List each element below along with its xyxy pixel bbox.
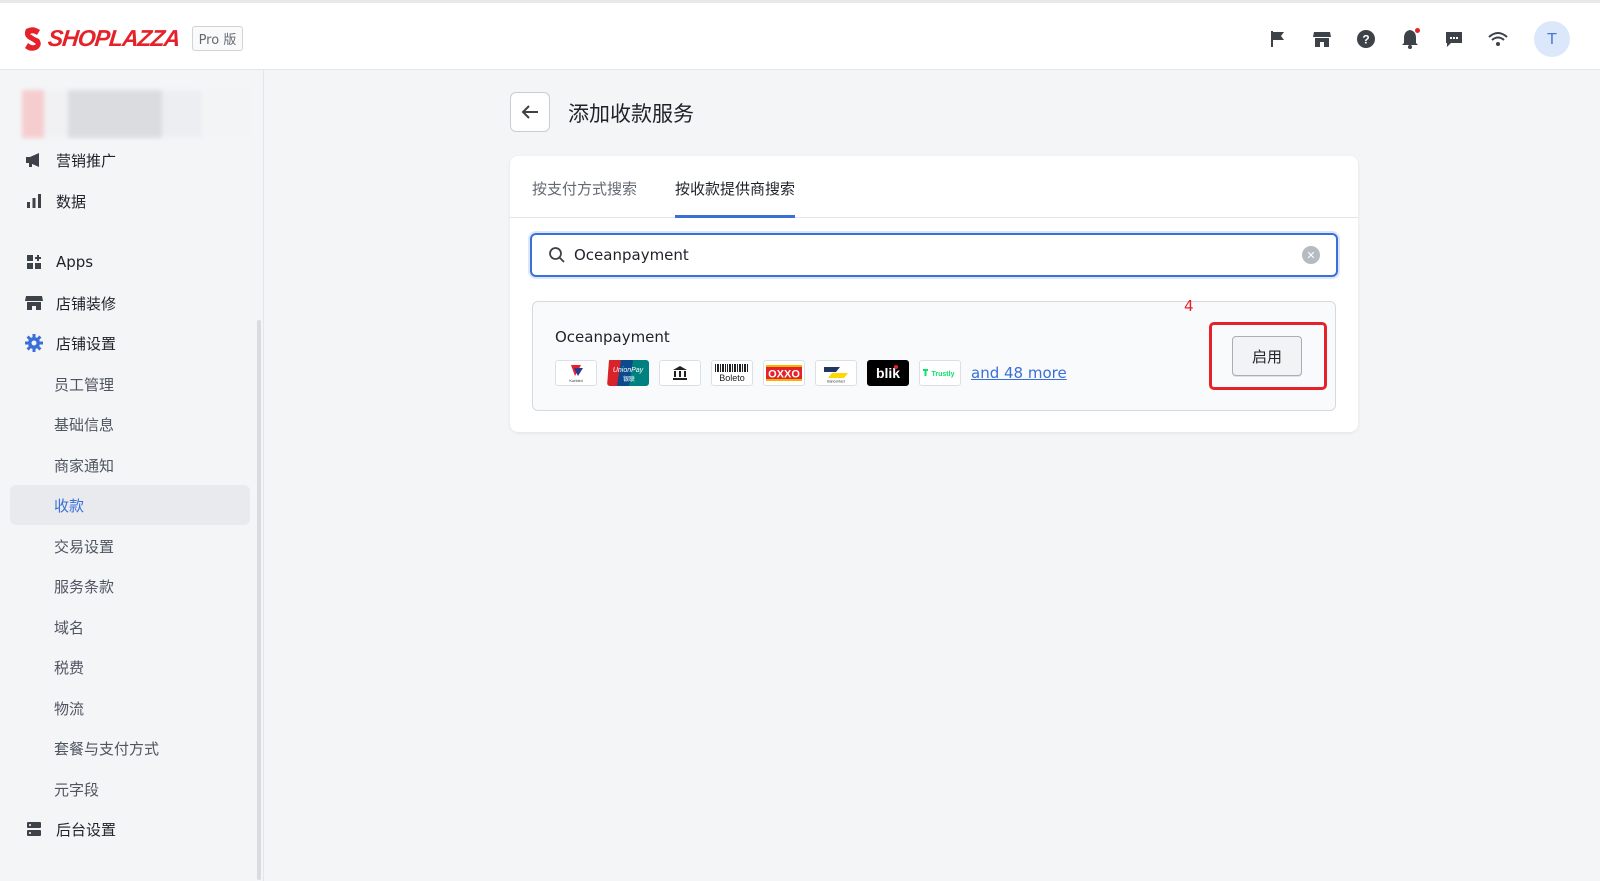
megaphone-icon [24, 150, 44, 170]
sidebar-item-checkout[interactable]: 交易设置 [10, 526, 250, 566]
sidebar-item-metafields[interactable]: 元字段 [10, 769, 250, 809]
clear-search-icon[interactable]: ✕ [1302, 246, 1320, 264]
sidebar-item-plans[interactable]: 套餐与支付方式 [10, 728, 250, 768]
sidebar-item-label: 物流 [54, 699, 85, 718]
enable-button[interactable]: 启用 [1232, 336, 1302, 376]
sidebar: 营销推广 数据 Apps 店铺装修 店铺设置 员工管理 基础信息 商家通知 收款… [0, 70, 264, 881]
step-annotation: 4 [1184, 297, 1194, 315]
sidebar-item-label: 商家通知 [54, 456, 115, 475]
sidebar-item-store-design[interactable]: 店铺装修 [10, 283, 250, 323]
bell-icon[interactable] [1398, 27, 1422, 51]
tab-search-by-method[interactable]: 按支付方式搜索 [532, 178, 637, 218]
sidebar-item-label: 店铺装修 [56, 294, 117, 313]
provider-search[interactable]: ✕ [530, 233, 1338, 277]
provider-result: Oceanpayment Konbini UnionPay 银联 Boleto O… [532, 297, 1336, 411]
sidebar-item-label: 基础信息 [54, 415, 115, 434]
sidebar-item-label: 店铺设置 [56, 334, 117, 353]
sidebar-item-label: 交易设置 [54, 537, 115, 556]
svg-text:Konbini: Konbini [569, 378, 582, 383]
plan-badge: Pro 版 [191, 26, 244, 51]
top-bar: SHOPLAZZA Pro 版 ? T [0, 0, 1600, 70]
bancontact-logo-icon: Bancontact [815, 360, 857, 386]
logo-mark-icon [22, 26, 44, 52]
sidebar-item-data[interactable]: 数据 [10, 181, 250, 221]
search-icon [548, 246, 566, 264]
sidebar-item-label: 营销推广 [56, 151, 117, 170]
svg-text:?: ? [1362, 33, 1369, 47]
help-icon[interactable]: ? [1354, 27, 1378, 51]
sidebar-item-label: 元字段 [54, 780, 100, 799]
svg-text:Boleto: Boleto [719, 373, 745, 383]
bar-chart-icon [24, 191, 44, 211]
search-tabs: 按支付方式搜索 按收款提供商搜索 [510, 156, 1358, 218]
sidebar-item-label: 数据 [56, 192, 87, 211]
wifi-icon[interactable] [1486, 27, 1510, 51]
svg-text:银联: 银联 [623, 375, 635, 383]
sidebar-item-marketing[interactable]: 营销推广 [10, 140, 250, 180]
shoplazza-logo[interactable]: SHOPLAZZA Pro 版 [22, 25, 244, 52]
sidebar-item-label: 收款 [54, 496, 85, 515]
arrow-left-icon [521, 105, 538, 119]
oxxo-logo-icon: OXXO [763, 360, 805, 386]
trustly-logo-icon: Trustly [919, 360, 961, 386]
sidebar-item-shipping[interactable]: 物流 [10, 688, 250, 728]
flag-icon[interactable] [1266, 27, 1290, 51]
sidebar-item-payments[interactable]: 收款 [10, 485, 250, 525]
sidebar-item-label: Apps [56, 253, 94, 271]
search-input[interactable] [574, 246, 1302, 264]
tab-search-by-provider[interactable]: 按收款提供商搜索 [675, 178, 796, 218]
bank-icon [659, 360, 701, 386]
gear-icon [24, 333, 44, 353]
store-icon[interactable] [1310, 27, 1334, 51]
svg-text:Bancontact: Bancontact [827, 380, 845, 384]
sidebar-item-label: 服务条款 [54, 577, 115, 596]
sidebar-item-domains[interactable]: 域名 [10, 607, 250, 647]
svg-text:Trustly: Trustly [932, 371, 955, 378]
sidebar-item-basic-info[interactable]: 基础信息 [10, 404, 250, 444]
back-button[interactable] [510, 92, 550, 132]
storefront-icon [24, 293, 44, 313]
unionpay-logo-icon: UnionPay 银联 [607, 360, 649, 386]
sidebar-item-terms[interactable]: 服务条款 [10, 566, 250, 606]
sidebar-scrollbar[interactable] [257, 320, 261, 880]
sidebar-item-taxes[interactable]: 税费 [10, 647, 250, 687]
more-methods-link[interactable]: and 48 more [971, 364, 1067, 382]
sidebar-item-label: 员工管理 [54, 375, 115, 394]
sidebar-item-admin-settings[interactable]: 后台设置 [10, 809, 250, 849]
page-title: 添加收款服务 [568, 102, 694, 126]
payment-provider-card: 按支付方式搜索 按收款提供商搜索 ✕ Oceanpayment Konbini … [510, 156, 1358, 432]
brand-name: SHOPLAZZA [46, 25, 181, 51]
sidebar-item-staff[interactable]: 员工管理 [10, 364, 250, 404]
sidebar-item-label: 域名 [54, 618, 85, 637]
payment-method-logos: Konbini UnionPay 银联 Boleto OXXO Bancontac… [555, 360, 1067, 386]
user-avatar[interactable]: T [1534, 21, 1570, 57]
sidebar-item-label: 税费 [54, 658, 85, 677]
sidebar-item-notifications[interactable]: 商家通知 [10, 445, 250, 485]
provider-name: Oceanpayment [555, 328, 670, 346]
svg-text:UnionPay: UnionPay [613, 367, 644, 374]
konbini-logo-icon: Konbini [555, 360, 597, 386]
blik-logo-icon: blik [867, 360, 909, 386]
chat-icon[interactable] [1442, 27, 1466, 51]
svg-text:OXXO: OXXO [768, 369, 800, 381]
sidebar-item-label: 套餐与支付方式 [54, 739, 160, 758]
boleto-logo-icon: Boleto [711, 360, 753, 386]
sidebar-item-store-settings[interactable]: 店铺设置 [10, 323, 250, 363]
sidebar-item-apps[interactable]: Apps [10, 242, 250, 282]
sidebar-item-label: 后台设置 [56, 820, 117, 839]
apps-icon [24, 252, 44, 272]
server-icon [24, 819, 44, 839]
notification-dot [1415, 28, 1420, 33]
store-name-blurred[interactable] [22, 90, 250, 138]
